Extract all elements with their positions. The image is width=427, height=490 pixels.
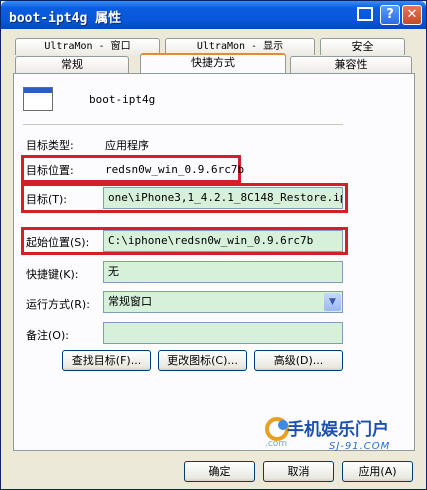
watermark-com: .com	[265, 439, 288, 449]
target-type-value: 应用程序	[105, 139, 149, 152]
window-title: boot-ipt4g 属性	[9, 11, 122, 26]
title-bar[interactable]: boot-ipt4g 属性 ? ✕	[1, 1, 426, 29]
hotkey-label: 快捷键(K):	[26, 268, 79, 281]
run-dropdown-value: 常规窗口	[108, 295, 152, 308]
tab-compatibility[interactable]: 兼容性	[290, 56, 412, 73]
start-in-field[interactable]: C:\iphone\redsn0w_win_0.9.6rc7b	[103, 230, 343, 252]
shortcut-name: boot-ipt4g	[89, 93, 156, 106]
comment-field[interactable]	[103, 322, 343, 344]
find-target-button[interactable]: 查找目标(F)...	[62, 350, 151, 371]
tab-shortcut[interactable]: 快捷方式	[140, 53, 286, 73]
target-location-label: 目标位置:	[26, 164, 74, 177]
advanced-button[interactable]: 高级(D)...	[254, 350, 343, 371]
apply-button[interactable]: 应用(A)	[342, 461, 413, 482]
target-field[interactable]: one\iPhone3,1_4.2.1_8C148_Restore.ipsw"	[103, 187, 343, 209]
tab-general[interactable]: 常规	[15, 56, 129, 73]
cancel-button[interactable]: 取消	[263, 461, 334, 482]
close-button[interactable]: ✕	[402, 5, 422, 25]
divider	[23, 124, 343, 125]
watermark-logo: 手机娱乐门户 .com SJ-91.COM	[259, 409, 419, 461]
run-label: 运行方式(R):	[26, 298, 90, 311]
change-icon-button[interactable]: 更改图标(C)...	[158, 350, 247, 371]
target-location-value: redsn0w_win_0.9.6rc7b	[105, 163, 245, 176]
chevron-down-icon[interactable]: ▼	[324, 293, 341, 311]
help-button[interactable]: ?	[380, 5, 400, 25]
tab-ultramon-window[interactable]: UltraMon - 窗口	[15, 38, 160, 55]
comment-label: 备注(O):	[26, 329, 69, 342]
frame-icon[interactable]	[355, 5, 377, 25]
target-label: 目标(T):	[26, 193, 68, 206]
tab-security[interactable]: 安全	[320, 38, 405, 55]
properties-window: boot-ipt4g 属性 ? ✕ UltraMon - 窗口 UltraMon…	[0, 0, 427, 490]
start-in-label: 起始位置(S):	[26, 236, 90, 249]
run-dropdown[interactable]: 常规窗口 ▼	[103, 291, 343, 313]
target-type-label: 目标类型:	[26, 139, 74, 152]
ok-button[interactable]: 确定	[184, 461, 255, 482]
watermark-url: SJ-91.COM	[329, 441, 391, 452]
hotkey-field[interactable]: 无	[103, 261, 343, 283]
application-window-icon	[23, 87, 53, 111]
watermark-title: 手机娱乐门户	[287, 420, 389, 440]
